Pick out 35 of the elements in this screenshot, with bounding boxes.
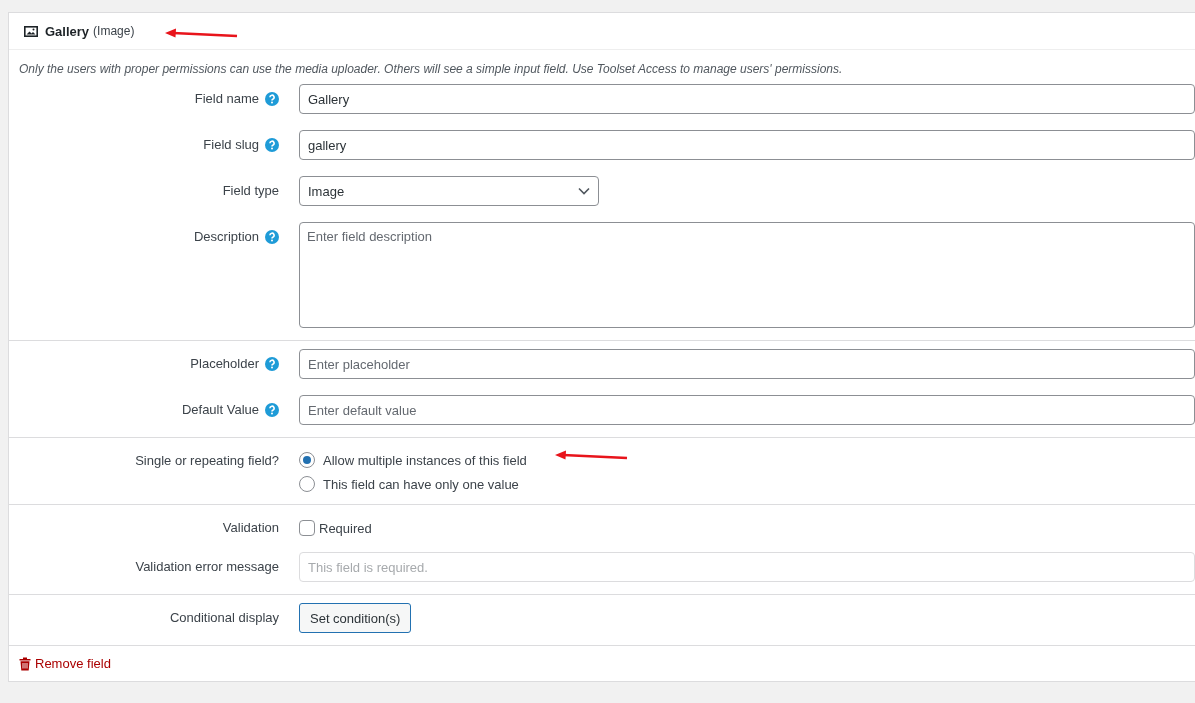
text-field[interactable]: Enter default value — [299, 395, 1195, 425]
text-field[interactable]: Enter placeholder — [299, 349, 1195, 379]
field-title: Gallery — [45, 23, 90, 39]
radio-button[interactable] — [299, 476, 315, 492]
field-label: Conditional display — [169, 610, 279, 625]
set-condition-button[interactable]: Set condition(s) — [299, 603, 412, 633]
help-icon[interactable] — [265, 137, 279, 152]
remove-field-link[interactable]: Remove field — [35, 656, 111, 671]
help-icon[interactable] — [265, 91, 279, 106]
field-label: Description — [193, 229, 259, 244]
trash-icon — [19, 656, 31, 671]
field-label: Validation — [222, 520, 279, 535]
checkbox-label[interactable]: Required — [319, 520, 372, 536]
field-label: Field name — [194, 91, 259, 106]
field-label: Field type — [222, 183, 279, 198]
field-label: Validation error message — [135, 559, 279, 574]
checkbox[interactable] — [299, 520, 315, 536]
help-icon[interactable] — [265, 356, 279, 371]
text-field[interactable]: Gallery — [299, 84, 1195, 114]
help-icon[interactable] — [265, 402, 279, 417]
field-label: Placeholder — [190, 356, 259, 371]
radio-label[interactable]: This field can have only one value — [323, 476, 519, 492]
help-icon[interactable] — [265, 229, 279, 244]
select-field[interactable]: Image — [299, 176, 599, 206]
field-type-label: (Image) — [93, 24, 135, 38]
field-label: Default Value — [181, 402, 259, 417]
chevron-down-icon — [578, 187, 590, 195]
image-icon — [24, 25, 38, 37]
field-label: Field slug — [203, 137, 259, 152]
text-field[interactable]: gallery — [299, 130, 1195, 160]
description-field[interactable]: Enter field description — [299, 222, 1195, 328]
permissions-notice: Only the users with proper permissions can use the media uploader. Others will see a simple input field. Use Toolset Access to manage users' permissions. — [18, 61, 844, 78]
field-label: Single or repeating field? — [135, 453, 279, 468]
radio-button[interactable] — [299, 452, 315, 468]
radio-label[interactable]: Allow multiple instances of this field — [323, 452, 527, 468]
